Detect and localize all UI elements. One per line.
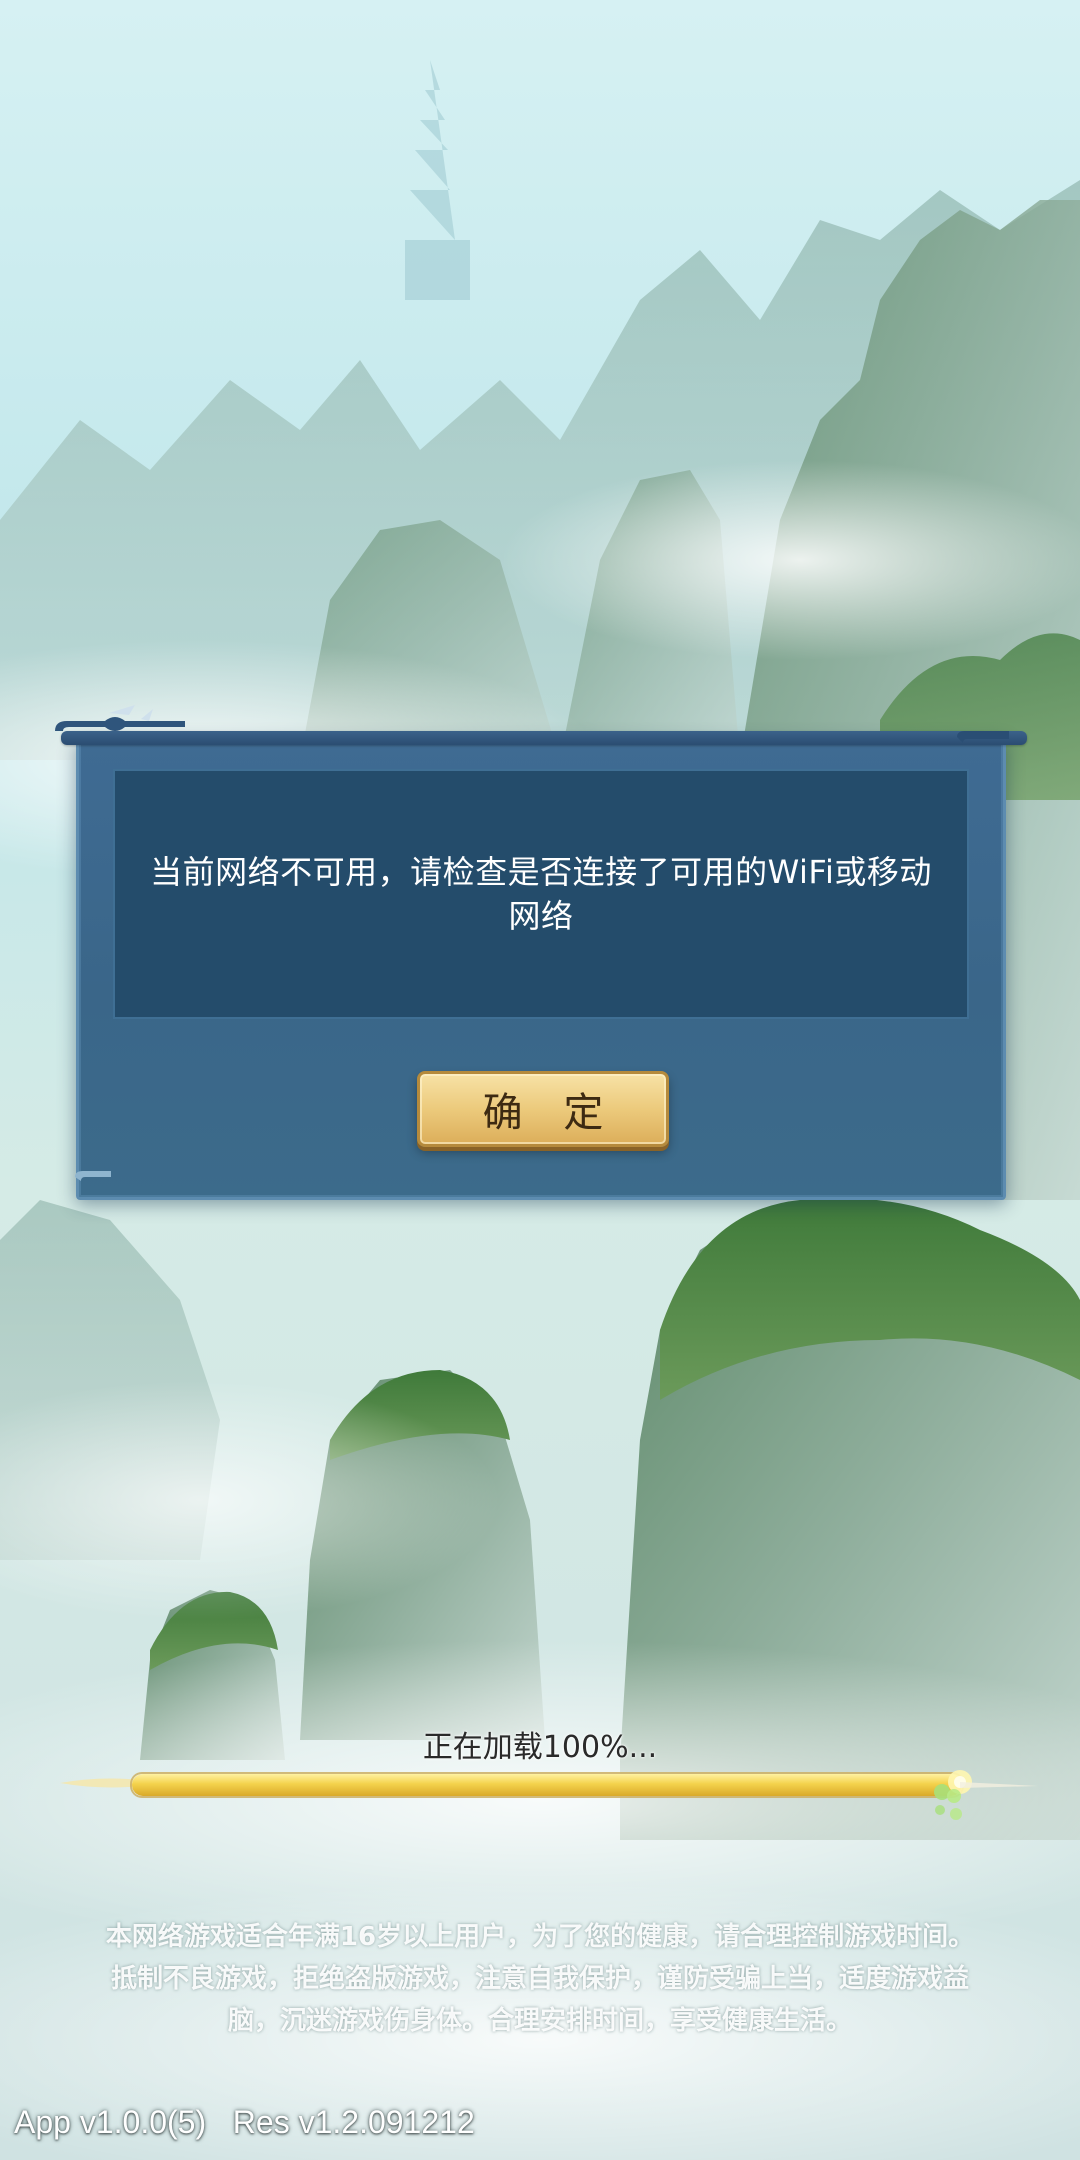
health-notice-line: 脑，沉迷游戏伤身体。合理安排时间，享受健康生活。 <box>227 2006 852 2036</box>
loading-progress-fill <box>132 1774 962 1796</box>
version-info: App v1.0.0(5) Res v1.2.091212 <box>14 2104 475 2140</box>
health-notice: 本网络游戏适合年满16岁以上用户，为了您的健康，请合理控制游戏时间。 抵制不良游… <box>40 1916 1040 2042</box>
loading-status: 正在加载100%... <box>422 1730 658 1765</box>
message-panel: 当前网络不可用，请检查是否连接了可用的WiFi或移动网络 <box>113 769 969 1019</box>
loading-progress-bar <box>130 1772 964 1798</box>
sparkle-icon <box>934 1770 1038 1820</box>
confirm-button[interactable]: 确 定 <box>417 1071 669 1147</box>
confirm-button-label: 确 定 <box>482 1090 618 1136</box>
network-error-dialog: 当前网络不可用，请检查是否连接了可用的WiFi或移动网络 确 定 <box>55 705 1027 1200</box>
dialog-message: 当前网络不可用，请检查是否连接了可用的WiFi或移动网络 <box>150 853 932 935</box>
progress-tail-icon <box>60 1778 140 1788</box>
health-notice-line: 抵制不良游戏，拒绝盗版游戏，注意自我保护，谨防受骗上当，适度游戏益 <box>110 1964 969 1994</box>
cloud-ornament-icon <box>55 705 185 731</box>
corner-ornament-icon <box>75 1171 111 1181</box>
dialog-top-border <box>61 731 1027 745</box>
health-notice-line: 本网络游戏适合年满16岁以上用户，为了您的健康，请合理控制游戏时间。 <box>105 1922 975 1952</box>
corner-ornament-icon <box>957 731 1009 743</box>
